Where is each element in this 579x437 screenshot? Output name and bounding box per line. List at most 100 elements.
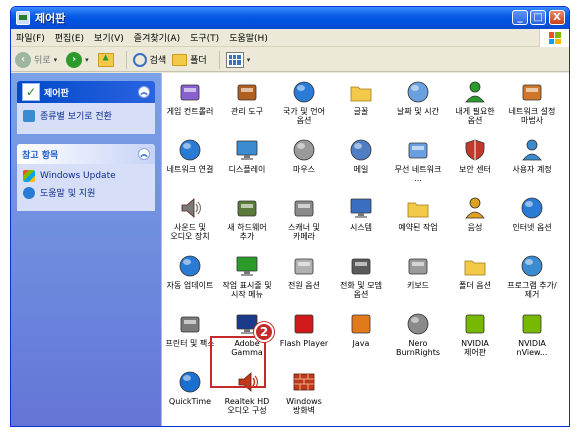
collapse-chevron-icon[interactable]: ︽ — [138, 86, 150, 98]
windows-logo-icon — [539, 29, 569, 47]
item-label: 음성 — [467, 223, 483, 232]
display-icon — [234, 137, 260, 163]
item-game-controller[interactable]: 게임 컨트롤러 — [164, 79, 216, 131]
item-add-hardware[interactable]: 새 하드웨어 추가 — [221, 195, 273, 247]
forward-dropdown-icon[interactable]: ▾ — [85, 56, 89, 64]
item-admin-tools[interactable]: 관리 도구 — [221, 79, 273, 131]
item-label: 프린터 및 팩스 — [165, 339, 215, 348]
item-mail[interactable]: 메일 — [335, 137, 387, 189]
admin-tools-icon — [234, 79, 260, 105]
item-label: 인터넷 옵션 — [512, 223, 552, 232]
control-panel-section-header[interactable]: ✓ 제어판 ︽ — [17, 81, 155, 103]
item-label: 무선 네트워크 ... — [394, 165, 442, 183]
toolbar-separator — [218, 50, 220, 69]
security-shield-icon — [462, 137, 488, 163]
scheduled-tasks-icon — [405, 195, 431, 221]
item-globe[interactable]: 국가 및 언어 옵션 — [278, 79, 330, 131]
menu-favorites[interactable]: 즐겨찾기(A) — [129, 31, 185, 44]
item-label: 네트워크 연결 — [166, 165, 214, 174]
item-firewall[interactable]: Windows 방화벽 — [278, 369, 330, 421]
item-clock[interactable]: 날짜 및 시간 — [392, 79, 444, 131]
views-dropdown-icon[interactable]: ▾ — [247, 56, 251, 64]
windows-update-link[interactable]: Windows Update — [23, 170, 149, 182]
item-nvidia-nview[interactable]: NVIDIA nView... — [506, 311, 558, 363]
item-add-remove-programs[interactable]: 프로그램 추가/제거 — [506, 253, 558, 305]
item-label: QuickTime — [168, 397, 212, 406]
folders-button[interactable]: 폴더 — [172, 53, 207, 66]
menu-file[interactable]: 파일(F) — [11, 31, 50, 44]
menu-view[interactable]: 보기(V) — [89, 31, 129, 44]
system-icon — [348, 195, 374, 221]
item-scheduled-tasks[interactable]: 예약된 작업 — [392, 195, 444, 247]
item-label: 시스템 — [349, 223, 373, 232]
search-button[interactable]: 검색 — [132, 52, 167, 67]
step-callout-badge: 2 — [254, 322, 274, 342]
item-auto-update[interactable]: 자동 업데이트 — [164, 253, 216, 305]
item-accessibility[interactable]: 내게 필요한 옵션 — [449, 79, 501, 131]
item-printer[interactable]: 프린터 및 팩스 — [164, 311, 216, 363]
menu-bar: 파일(F) 편집(E) 보기(V) 즐겨찾기(A) 도구(T) 도움말(H) — [11, 29, 569, 47]
item-nero[interactable]: Nero BurnRights — [392, 311, 444, 363]
menu-help[interactable]: 도움말(H) — [224, 31, 273, 44]
minimize-button[interactable]: _ — [512, 10, 528, 25]
item-label: 프로그램 추가/제거 — [507, 281, 557, 299]
item-label: 날짜 및 시간 — [397, 107, 439, 116]
item-keyboard[interactable]: 키보드 — [392, 253, 444, 305]
item-system[interactable]: 시스템 — [335, 195, 387, 247]
switch-to-category-view-link[interactable]: 종류별 보기로 전환 — [23, 109, 149, 122]
nvidia-nview-icon — [519, 311, 545, 337]
item-label: 내게 필요한 옵션 — [455, 107, 495, 125]
item-phone-modem[interactable]: 전화 및 모뎀 옵션 — [335, 253, 387, 305]
nvidia-icon — [462, 311, 488, 337]
add-remove-programs-icon — [519, 253, 545, 279]
item-security-shield[interactable]: 보안 센터 — [449, 137, 501, 189]
menu-tools[interactable]: 도구(T) — [185, 31, 224, 44]
item-quicktime[interactable]: QuickTime — [164, 369, 216, 421]
back-label: 뒤로 — [34, 56, 51, 66]
item-label: Realtek HD 오디오 구성 — [224, 397, 270, 415]
item-label: 관리 도구 — [231, 107, 263, 116]
search-label: 검색 — [149, 56, 167, 66]
scanner-camera-icon — [291, 195, 317, 221]
item-network-wizard[interactable]: 네트워크 설정 마법사 — [506, 79, 558, 131]
control-panel-window: 제어판 _ □ X 파일(F) 편집(E) 보기(V) 즐겨찾기(A) 도구(T… — [10, 6, 570, 427]
item-java[interactable]: Java — [335, 311, 387, 363]
views-button[interactable]: ▾ — [225, 51, 254, 68]
back-arrow-icon: ‹ — [15, 51, 31, 68]
menu-edit[interactable]: 편집(E) — [50, 31, 89, 44]
close-button[interactable]: X — [549, 10, 565, 25]
power-icon — [291, 253, 317, 279]
item-taskbar[interactable]: 작업 표시줄 및 시작 메뉴 — [221, 253, 273, 305]
keyboard-icon — [405, 253, 431, 279]
item-scanner-camera[interactable]: 스캐너 및 카메라 — [278, 195, 330, 247]
item-flash-player[interactable]: Flash Player — [278, 311, 330, 363]
item-wireless[interactable]: 무선 네트워크 ... — [392, 137, 444, 189]
maximize-button[interactable]: □ — [530, 10, 546, 25]
folders-label: 폴더 — [190, 56, 207, 66]
item-display[interactable]: 디스플레이 — [221, 137, 273, 189]
item-realtek-speaker[interactable]: Realtek HD 오디오 구성 — [221, 369, 273, 421]
item-internet-options[interactable]: 인터넷 옵션 — [506, 195, 558, 247]
item-label: 예약된 작업 — [398, 223, 438, 232]
speech-icon — [462, 195, 488, 221]
item-power[interactable]: 전원 옵션 — [278, 253, 330, 305]
title-bar[interactable]: 제어판 _ □ X — [11, 7, 569, 29]
item-sound[interactable]: 사운드 및 오디오 장치 — [164, 195, 216, 247]
window-title: 제어판 — [35, 12, 66, 25]
item-folder-options[interactable]: 폴더 옵션 — [449, 253, 501, 305]
back-dropdown-icon[interactable]: ▾ — [54, 56, 58, 64]
up-folder-button[interactable] — [97, 52, 114, 67]
item-speech[interactable]: 음성 — [449, 195, 501, 247]
item-network-connections[interactable]: 네트워크 연결 — [164, 137, 216, 189]
collapse-chevron-icon[interactable]: ︽ — [138, 148, 150, 160]
section-title: 제어판 — [44, 88, 69, 99]
back-button[interactable]: ‹ 뒤로 ▾ — [15, 51, 60, 68]
see-also-header[interactable]: 참고 항목 ︽ — [17, 144, 155, 164]
item-user-accounts[interactable]: 사용자 계정 — [506, 137, 558, 189]
item-label: 사용자 계정 — [512, 165, 552, 174]
item-mouse[interactable]: 마우스 — [278, 137, 330, 189]
item-fonts-folder[interactable]: 글꼴 — [335, 79, 387, 131]
item-nvidia[interactable]: NVIDIA 제어판 — [449, 311, 501, 363]
help-and-support-link[interactable]: 도움말 및 지원 — [23, 186, 149, 199]
forward-button[interactable]: › ▾ — [66, 51, 92, 68]
